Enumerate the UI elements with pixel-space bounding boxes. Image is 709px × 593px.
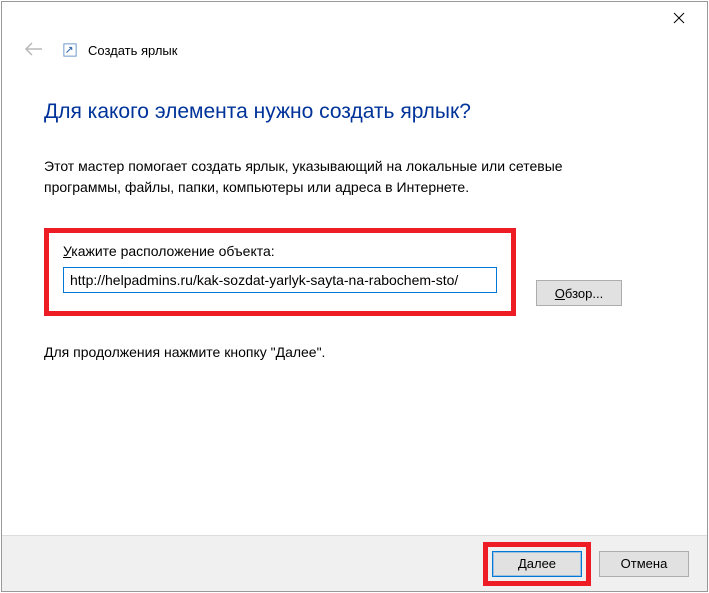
continue-instruction: Для продолжения нажмите кнопку "Далее". — [44, 344, 665, 360]
titlebar — [2, 2, 707, 34]
description-text: Этот мастер помогает создать ярлык, указ… — [44, 156, 665, 198]
cancel-label: Отмена — [621, 556, 668, 571]
wizard-body: Для какого элемента нужно создать ярлык?… — [2, 64, 707, 535]
header-row: Создать ярлык — [2, 36, 707, 64]
wizard-title: Создать ярлык — [88, 43, 177, 58]
next-rest: алее — [527, 556, 556, 571]
shortcut-icon — [62, 42, 78, 58]
input-highlight-annotation: Укажите расположение объекта: — [44, 228, 516, 316]
label-rest: кажите расположение объекта: — [71, 243, 274, 259]
page-heading: Для какого элемента нужно создать ярлык? — [44, 100, 665, 124]
close-button[interactable] — [665, 8, 693, 30]
cancel-button[interactable]: Отмена — [599, 551, 689, 577]
browse-accelerator: О — [555, 286, 565, 301]
browse-button[interactable]: Обзор... — [536, 280, 622, 306]
back-arrow-icon — [24, 40, 44, 60]
next-highlight-annotation: Далее — [483, 542, 591, 586]
description-line2: программы, файлы, папки, компьютеры или … — [44, 179, 469, 195]
browse-rest: бзор... — [565, 286, 603, 301]
description-line1: Этот мастер помогает создать ярлык, указ… — [44, 158, 563, 174]
location-input[interactable] — [63, 267, 497, 293]
next-button[interactable]: Далее — [492, 551, 582, 577]
next-accelerator: Д — [518, 556, 527, 571]
footer-bar: Далее Отмена — [2, 535, 707, 591]
location-input-label: Укажите расположение объекта: — [63, 243, 497, 259]
create-shortcut-wizard: Создать ярлык Для какого элемента нужно … — [1, 1, 708, 592]
